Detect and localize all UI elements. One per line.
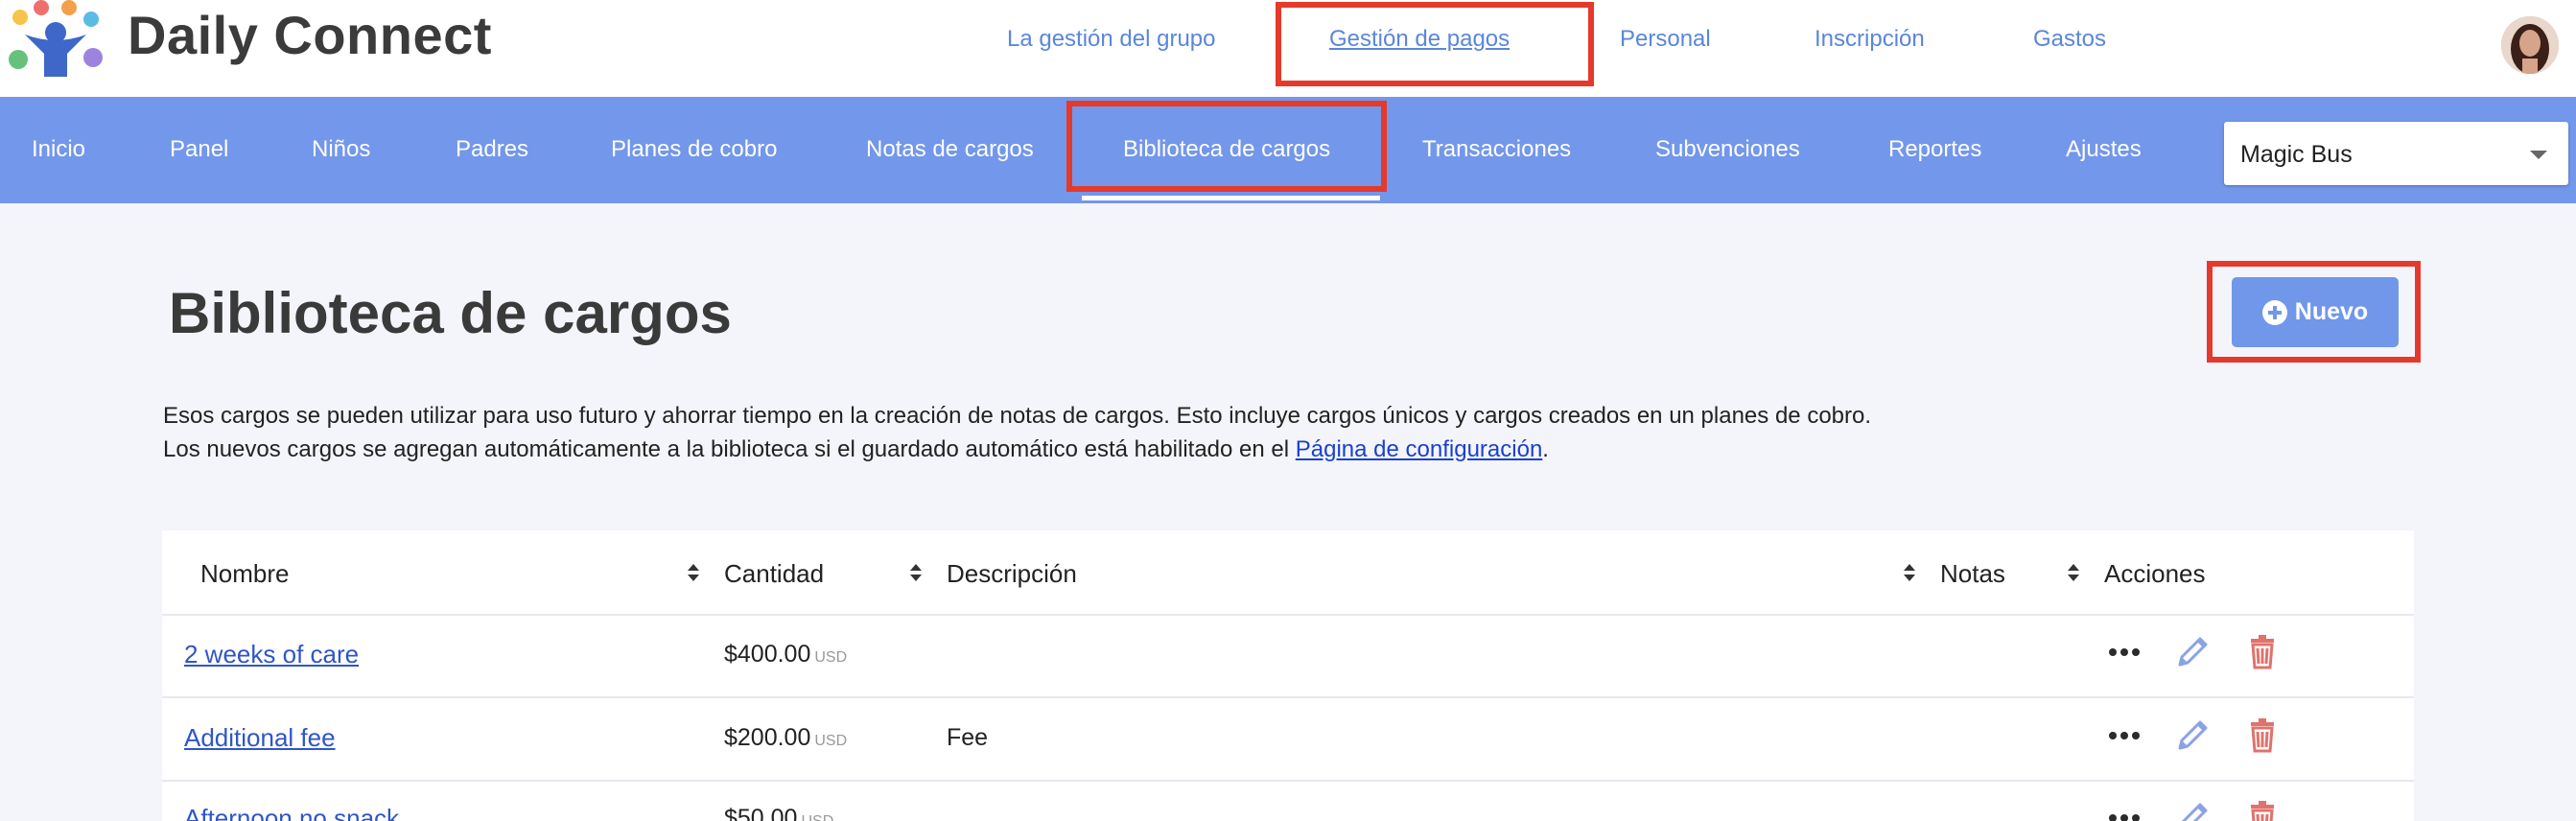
charges-table: Nombre Cantidad Descripción Notas Accion…	[162, 530, 2414, 821]
plus-circle-icon	[2261, 299, 2287, 325]
amount-value: $50.00	[724, 805, 798, 821]
sort-arrows-icon[interactable]	[909, 562, 923, 583]
subnav-subsidies[interactable]: Subvenciones	[1655, 136, 1800, 163]
subnav-home[interactable]: Inicio	[32, 136, 85, 163]
trash-icon[interactable]	[2243, 715, 2282, 754]
user-photo-icon	[2501, 16, 2559, 74]
page-title: Biblioteca de cargos	[169, 281, 732, 345]
center-select[interactable]: Magic Bus	[2224, 122, 2568, 185]
currency-code: USD	[814, 733, 848, 749]
row-divider	[162, 780, 2414, 782]
user-avatar[interactable]	[2501, 16, 2559, 74]
sort-arrows-icon[interactable]	[2067, 562, 2080, 583]
topnav-staff[interactable]: Personal	[1620, 26, 1711, 53]
subnav-charge-notes[interactable]: Notas de cargos	[866, 136, 1034, 163]
charge-name-link[interactable]: 2 weeks of care	[184, 640, 359, 669]
chevron-down-icon	[2530, 151, 2547, 159]
settings-page-link[interactable]: Página de configuración	[1296, 436, 1543, 462]
currency-code: USD	[814, 649, 848, 666]
currency-code: USD	[801, 813, 833, 821]
description-line-2-text: Los nuevos cargos se agregan automáticam…	[163, 436, 1296, 462]
column-header-description[interactable]: Descripción	[947, 559, 1077, 589]
column-header-actions: Acciones	[2104, 559, 2206, 588]
topnav-enrollment[interactable]: Inscripción	[1815, 26, 1925, 53]
more-dots-icon[interactable]	[2105, 716, 2143, 755]
amount-value: $400.00	[724, 641, 811, 668]
row-divider	[162, 614, 2414, 616]
subnav-children[interactable]: Niños	[312, 136, 370, 163]
column-header-notes[interactable]: Notas	[1940, 559, 2005, 589]
topnav-group-management[interactable]: La gestión del grupo	[1007, 26, 1216, 53]
row-divider	[162, 696, 2414, 698]
description-line-1: Esos cargos se pueden utilizar para uso …	[163, 403, 1872, 429]
topnav-expenses[interactable]: Gastos	[2033, 26, 2106, 53]
charge-name-link[interactable]: Additional fee	[184, 723, 336, 753]
center-select-value: Magic Bus	[2240, 141, 2353, 168]
charge-description: Fee	[947, 724, 989, 751]
charge-name-link[interactable]: Afternoon no snack	[184, 804, 399, 821]
more-dots-icon[interactable]	[2105, 633, 2143, 671]
subnav-parents[interactable]: Padres	[456, 136, 528, 163]
subnav-transactions[interactable]: Transacciones	[1422, 136, 1571, 163]
more-dots-icon[interactable]	[2105, 799, 2143, 821]
brand-name[interactable]: Daily Connect	[128, 4, 492, 66]
highlight-box-payments	[1276, 2, 1594, 86]
new-charge-button[interactable]: Nuevo	[2232, 277, 2399, 347]
column-header-name[interactable]: Nombre	[200, 559, 289, 589]
column-header-amount[interactable]: Cantidad	[724, 559, 824, 589]
description-line-2-end: .	[1542, 436, 1549, 462]
pencil-icon[interactable]	[2174, 798, 2213, 821]
subnav-billing-plans[interactable]: Planes de cobro	[611, 136, 777, 163]
pencil-icon[interactable]	[2174, 715, 2213, 754]
trash-icon[interactable]	[2243, 798, 2282, 821]
pencil-icon[interactable]	[2174, 632, 2213, 670]
active-tab-indicator	[1082, 196, 1380, 200]
amount-value: $200.00	[724, 724, 811, 751]
charge-amount: $200.00 USD	[724, 724, 847, 752]
highlight-box-charge-library	[1066, 101, 1387, 192]
description-line-2: Los nuevos cargos se agregan automáticam…	[163, 436, 1549, 463]
new-button-label: Nuevo	[2294, 298, 2369, 325]
sort-arrows-icon[interactable]	[687, 562, 700, 583]
subnav-settings[interactable]: Ajustes	[2066, 136, 2142, 163]
subnav-reports[interactable]: Reportes	[1888, 136, 1981, 163]
subnav-dashboard[interactable]: Panel	[170, 136, 228, 163]
charge-amount: $400.00 USD	[724, 641, 847, 669]
sort-arrows-icon[interactable]	[1903, 562, 1916, 583]
charge-amount: $50.00USD	[724, 805, 833, 821]
daily-connect-logo-icon[interactable]	[6, 0, 105, 79]
trash-icon[interactable]	[2243, 632, 2282, 670]
